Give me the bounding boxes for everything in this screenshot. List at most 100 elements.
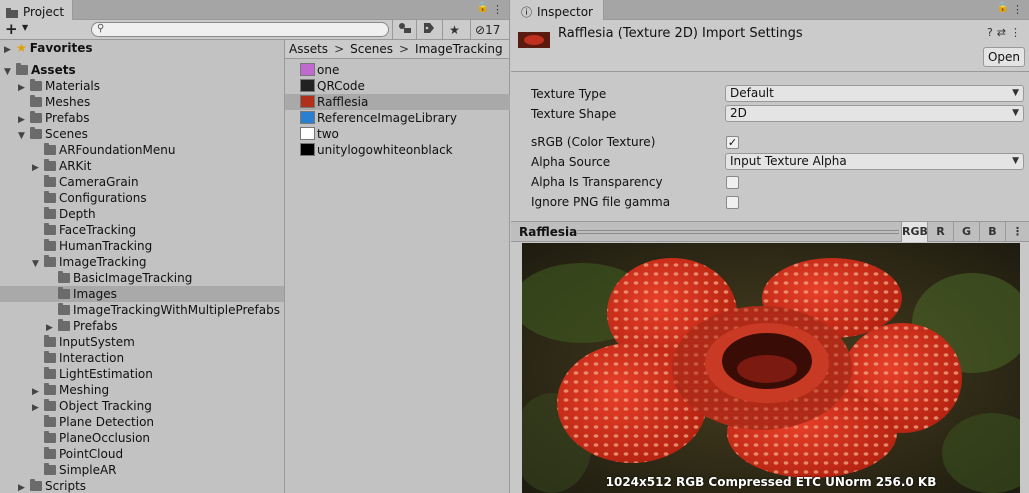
tree-item[interactable]: ▶ Prefabs	[0, 318, 118, 334]
file-item-label: two	[317, 127, 339, 141]
chevron-down-icon[interactable]: ▼	[22, 23, 28, 32]
tab-inspector[interactable]: ⓘ Inspector	[511, 0, 604, 20]
lock-icon[interactable]: 🔒	[477, 2, 489, 13]
create-plus-icon[interactable]: +	[5, 21, 18, 37]
tree-item[interactable]: ImageTrackingWithMultiplePrefabs	[0, 302, 280, 318]
tree-item[interactable]: ▶ Prefabs	[0, 110, 90, 126]
kebab-menu-icon[interactable]: ⋮	[1005, 222, 1029, 242]
tree-item[interactable]: Configurations	[0, 190, 147, 206]
channel-r-button[interactable]: R	[927, 222, 953, 242]
tree-item[interactable]: PlaneOcclusion	[0, 430, 150, 446]
tree-item[interactable]: CameraGrain	[0, 174, 139, 190]
channel-g-button[interactable]: G	[953, 222, 979, 242]
expand-right-icon[interactable]: ▶	[4, 42, 16, 58]
tree-item[interactable]: ARFoundationMenu	[0, 142, 175, 158]
tree-item[interactable]: Depth	[0, 206, 96, 222]
tree-item[interactable]: SimpleAR	[0, 462, 117, 478]
tree-item[interactable]: InputSystem	[0, 334, 135, 350]
tree-item[interactable]: LightEstimation	[0, 366, 153, 382]
hidden-packages-count: 17	[485, 23, 501, 37]
inspector-title: Rafflesia (Texture 2D) Import Settings	[558, 26, 803, 41]
folder-icon	[30, 127, 42, 139]
project-tabbar: Project 🔒 ⋮	[0, 0, 509, 20]
header-icons: ?⇄⋮	[987, 26, 1025, 39]
settings-sliders-icon[interactable]: ⇄	[997, 26, 1010, 39]
folder-icon	[44, 399, 56, 411]
tree-item-label: Favorites	[29, 41, 93, 55]
open-button[interactable]: Open	[983, 47, 1025, 67]
tab-project[interactable]: Project	[0, 0, 74, 20]
folder-icon	[58, 271, 70, 283]
kebab-menu-icon[interactable]: ⋮	[1012, 3, 1023, 16]
search-by-label-icon[interactable]	[416, 20, 440, 40]
channel-b-button[interactable]: B	[979, 222, 1005, 242]
preview-drag-handle[interactable]	[577, 230, 899, 234]
search-input[interactable]: ⚲	[91, 22, 389, 37]
tree-item-label: Object Tracking	[59, 399, 152, 413]
alpha-transparency-checkbox[interactable]	[726, 176, 739, 189]
favorite-star-icon[interactable]: ★	[442, 20, 466, 40]
import-settings: Texture Type Default ▼ Texture Shape 2D ▼ …	[511, 73, 1029, 220]
kebab-menu-icon[interactable]: ⋮	[1010, 26, 1025, 39]
tree-item[interactable]: ▼ Scenes	[0, 126, 88, 142]
file-item[interactable]: two	[285, 126, 510, 142]
tree-item[interactable]: Plane Detection	[0, 414, 154, 430]
tree-item-label: SimpleAR	[59, 463, 117, 477]
texture-preview: 1024x512 RGB Compressed ETC UNorm 256.0 …	[522, 243, 1020, 493]
tree-item[interactable]: ▶ ARKit	[0, 158, 91, 174]
tree-item[interactable]: ▼ ImageTracking	[0, 254, 147, 270]
file-item[interactable]: Rafflesia	[285, 94, 510, 110]
tree-item-label: Scripts	[45, 479, 87, 493]
texture-info-status: 1024x512 RGB Compressed ETC UNorm 256.0 …	[605, 475, 937, 489]
breadcrumb-item[interactable]: Scenes	[350, 42, 393, 56]
hidden-packages-toggle[interactable]: ⊘17	[470, 20, 510, 40]
channel-rgb-button[interactable]: RGB	[901, 222, 928, 242]
texture-two-icon	[300, 127, 315, 140]
tree-item[interactable]: BasicImageTracking	[0, 270, 192, 286]
tree-item[interactable]: HumanTracking	[0, 238, 152, 254]
tree-item-label: ImageTrackingWithMultiplePrefabs	[73, 303, 280, 317]
alpha-source-dropdown[interactable]: Input Texture Alpha ▼	[725, 153, 1024, 170]
chevron-down-icon: ▼	[1012, 108, 1019, 118]
file-item[interactable]: unitylogowhiteonblack	[285, 142, 510, 158]
file-item[interactable]: ReferenceImageLibrary	[285, 110, 510, 126]
tree-item-label: PlaneOcclusion	[59, 431, 151, 445]
folder-icon	[58, 319, 70, 331]
qrcode-icon	[300, 79, 315, 92]
tree-item[interactable]: ▶ Materials	[0, 78, 100, 94]
tree-item-label: Images	[73, 287, 117, 301]
texture-one-icon	[300, 63, 315, 76]
tree-item[interactable]: ▶ Object Tracking	[0, 398, 152, 414]
file-item[interactable]: one	[285, 62, 510, 78]
preview-toolbar: Rafflesia RGB R G B ⋮	[511, 221, 1029, 242]
tree-item[interactable]: PointCloud	[0, 446, 123, 462]
help-icon[interactable]: ?	[987, 26, 997, 39]
search-by-type-icon[interactable]	[392, 20, 416, 40]
breadcrumb-item[interactable]: ImageTracking	[415, 42, 503, 56]
texture-type-dropdown[interactable]: Default ▼	[725, 85, 1024, 102]
ignore-png-gamma-checkbox[interactable]	[726, 196, 739, 209]
tree-item-label: Meshes	[45, 95, 91, 109]
srgb-checkbox[interactable]: ✓	[726, 136, 739, 149]
tree-item[interactable]: ▼ Assets	[0, 62, 76, 78]
expand-right-icon[interactable]: ▶	[18, 480, 30, 493]
tree-item[interactable]: ▶ Meshing	[0, 382, 109, 398]
lock-icon[interactable]: 🔒	[997, 2, 1009, 13]
file-item[interactable]: QRCode	[285, 78, 510, 94]
tree-item-label: Scenes	[45, 127, 88, 141]
tree-item[interactable]: FaceTracking	[0, 222, 136, 238]
breadcrumb-item[interactable]: Assets	[289, 42, 328, 56]
folder-icon	[44, 383, 56, 395]
tree-item[interactable]: Meshes	[0, 94, 90, 110]
folder-icon	[30, 95, 42, 107]
file-item-label: QRCode	[317, 79, 365, 93]
texture-shape-dropdown[interactable]: 2D ▼	[725, 105, 1024, 122]
folder-icon	[44, 159, 56, 171]
project-toolbar: + ▼ ⚲ ★ ⊘17	[0, 20, 509, 40]
tree-item[interactable]: ▶ Scripts	[0, 478, 86, 493]
tree-item[interactable]: Images	[0, 286, 284, 302]
folder-icon	[44, 367, 56, 379]
tree-item[interactable]: ▶ ★ Favorites	[0, 40, 92, 56]
tree-item[interactable]: Interaction	[0, 350, 124, 366]
kebab-menu-icon[interactable]: ⋮	[492, 3, 503, 16]
